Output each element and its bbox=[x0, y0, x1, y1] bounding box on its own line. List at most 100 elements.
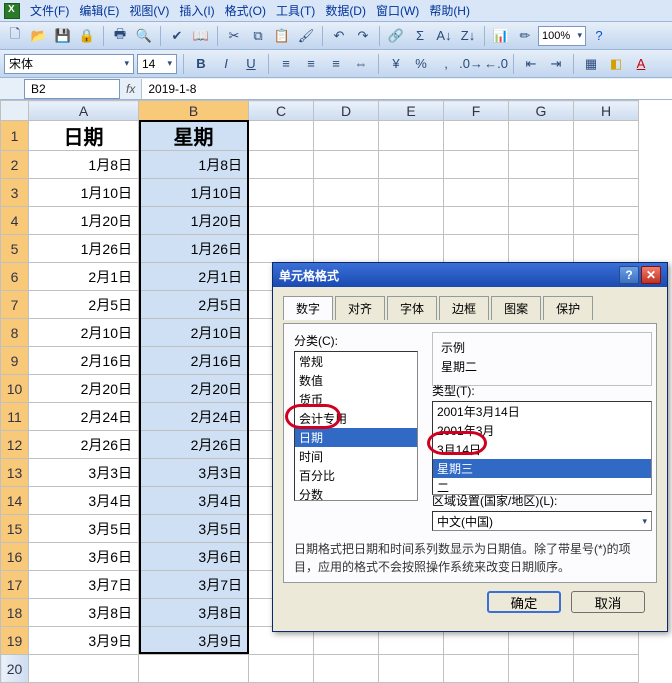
borders-icon[interactable]: ▦ bbox=[580, 53, 602, 75]
cell-H2[interactable] bbox=[574, 151, 639, 179]
cell-B20[interactable] bbox=[139, 655, 249, 683]
cell-A18[interactable]: 3月8日 bbox=[29, 599, 139, 627]
cell-A6[interactable]: 2月1日 bbox=[29, 263, 139, 291]
fx-icon[interactable]: fx bbox=[126, 82, 135, 96]
row-header-17[interactable]: 17 bbox=[1, 571, 29, 599]
col-header-A[interactable]: A bbox=[29, 101, 139, 121]
category-item[interactable]: 分数 bbox=[295, 485, 417, 501]
cell-A4[interactable]: 1月20日 bbox=[29, 207, 139, 235]
type-item[interactable]: 3月14日 bbox=[433, 440, 651, 459]
cell-F3[interactable] bbox=[444, 179, 509, 207]
cell-B9[interactable]: 2月16日 bbox=[139, 347, 249, 375]
row-header-10[interactable]: 10 bbox=[1, 375, 29, 403]
tab-4[interactable]: 图案 bbox=[491, 296, 541, 320]
cell-B17[interactable]: 3月7日 bbox=[139, 571, 249, 599]
row-header-2[interactable]: 2 bbox=[1, 151, 29, 179]
type-item[interactable]: 2001年3月14日 bbox=[433, 402, 651, 421]
tab-0[interactable]: 数字 bbox=[283, 296, 333, 320]
col-header-B[interactable]: B bbox=[139, 101, 249, 121]
font-color-icon[interactable]: A bbox=[630, 53, 652, 75]
locale-dropdown[interactable]: 中文(中国)▾ bbox=[432, 511, 652, 531]
category-item[interactable]: 常规 bbox=[295, 352, 417, 371]
name-box[interactable]: B2 bbox=[24, 79, 120, 99]
cell-A16[interactable]: 3月6日 bbox=[29, 543, 139, 571]
cell-G2[interactable] bbox=[509, 151, 574, 179]
save-icon[interactable]: 💾 bbox=[52, 25, 74, 47]
comma-icon[interactable]: , bbox=[435, 53, 457, 75]
menu-file[interactable]: 文件(F) bbox=[30, 2, 69, 19]
category-item[interactable]: 数值 bbox=[295, 371, 417, 390]
category-item[interactable]: 日期 bbox=[295, 428, 417, 447]
align-left-icon[interactable]: ≡ bbox=[275, 53, 297, 75]
help-icon[interactable]: ? bbox=[588, 25, 610, 47]
row-header-16[interactable]: 16 bbox=[1, 543, 29, 571]
cell-G3[interactable] bbox=[509, 179, 574, 207]
row-header-4[interactable]: 4 bbox=[1, 207, 29, 235]
cell-C4[interactable] bbox=[249, 207, 314, 235]
cell-B18[interactable]: 3月8日 bbox=[139, 599, 249, 627]
font-combo[interactable]: 宋体▾ bbox=[4, 54, 134, 74]
drawing-icon[interactable]: ✏ bbox=[514, 25, 536, 47]
cell-H4[interactable] bbox=[574, 207, 639, 235]
cell-A10[interactable]: 2月20日 bbox=[29, 375, 139, 403]
cell-A1[interactable]: 日期 bbox=[29, 121, 139, 151]
cell-E20[interactable] bbox=[379, 655, 444, 683]
cell-A11[interactable]: 2月24日 bbox=[29, 403, 139, 431]
preview-icon[interactable]: 🔍 bbox=[133, 25, 155, 47]
dec-decimal-icon[interactable]: ←.0 bbox=[485, 53, 507, 75]
cell-D5[interactable] bbox=[314, 235, 379, 263]
cell-B7[interactable]: 2月5日 bbox=[139, 291, 249, 319]
cell-B10[interactable]: 2月20日 bbox=[139, 375, 249, 403]
cell-B16[interactable]: 3月6日 bbox=[139, 543, 249, 571]
cell-C20[interactable] bbox=[249, 655, 314, 683]
row-header-19[interactable]: 19 bbox=[1, 627, 29, 655]
fill-color-icon[interactable]: ◧ bbox=[605, 53, 627, 75]
cell-C5[interactable] bbox=[249, 235, 314, 263]
cell-A9[interactable]: 2月16日 bbox=[29, 347, 139, 375]
tab-5[interactable]: 保护 bbox=[543, 296, 593, 320]
col-header-E[interactable]: E bbox=[379, 101, 444, 121]
cell-A8[interactable]: 2月10日 bbox=[29, 319, 139, 347]
cell-B14[interactable]: 3月4日 bbox=[139, 487, 249, 515]
cell-F20[interactable] bbox=[444, 655, 509, 683]
cell-B2[interactable]: 1月8日 bbox=[139, 151, 249, 179]
open-icon[interactable]: 📂 bbox=[28, 25, 50, 47]
row-header-20[interactable]: 20 bbox=[1, 655, 29, 683]
cell-F1[interactable] bbox=[444, 121, 509, 151]
cell-A20[interactable] bbox=[29, 655, 139, 683]
autosum-icon[interactable]: Σ bbox=[409, 25, 431, 47]
col-header-F[interactable]: F bbox=[444, 101, 509, 121]
cell-C3[interactable] bbox=[249, 179, 314, 207]
row-header-15[interactable]: 15 bbox=[1, 515, 29, 543]
formula-input[interactable]: 2019-1-8 bbox=[141, 79, 672, 99]
cell-E3[interactable] bbox=[379, 179, 444, 207]
cell-A3[interactable]: 1月10日 bbox=[29, 179, 139, 207]
hyperlink-icon[interactable]: 🔗 bbox=[385, 25, 407, 47]
font-size-combo[interactable]: 14▾ bbox=[137, 54, 177, 74]
dialog-titlebar[interactable]: 单元格格式 ? ✕ bbox=[273, 263, 667, 287]
cell-G5[interactable] bbox=[509, 235, 574, 263]
permission-icon[interactable]: 🔒 bbox=[76, 25, 98, 47]
bold-icon[interactable]: B bbox=[190, 53, 212, 75]
cell-B11[interactable]: 2月24日 bbox=[139, 403, 249, 431]
tab-1[interactable]: 对齐 bbox=[335, 296, 385, 320]
cell-B12[interactable]: 2月26日 bbox=[139, 431, 249, 459]
row-header-11[interactable]: 11 bbox=[1, 403, 29, 431]
row-header-8[interactable]: 8 bbox=[1, 319, 29, 347]
cell-A17[interactable]: 3月7日 bbox=[29, 571, 139, 599]
cell-B13[interactable]: 3月3日 bbox=[139, 459, 249, 487]
cell-A12[interactable]: 2月26日 bbox=[29, 431, 139, 459]
align-center-icon[interactable]: ≡ bbox=[300, 53, 322, 75]
cell-A5[interactable]: 1月26日 bbox=[29, 235, 139, 263]
cell-A2[interactable]: 1月8日 bbox=[29, 151, 139, 179]
cancel-button[interactable]: 取消 bbox=[571, 591, 645, 613]
cell-E5[interactable] bbox=[379, 235, 444, 263]
close-icon[interactable]: ✕ bbox=[641, 266, 661, 284]
copy-icon[interactable]: ⧉ bbox=[247, 25, 269, 47]
new-icon[interactable]: 🗋 bbox=[4, 25, 26, 47]
italic-icon[interactable]: I bbox=[215, 53, 237, 75]
category-item[interactable]: 时间 bbox=[295, 447, 417, 466]
cell-D4[interactable] bbox=[314, 207, 379, 235]
cell-B5[interactable]: 1月26日 bbox=[139, 235, 249, 263]
category-listbox[interactable]: 常规数值货币会计专用日期时间百分比分数科学记数文本特殊自定义 bbox=[294, 351, 418, 501]
